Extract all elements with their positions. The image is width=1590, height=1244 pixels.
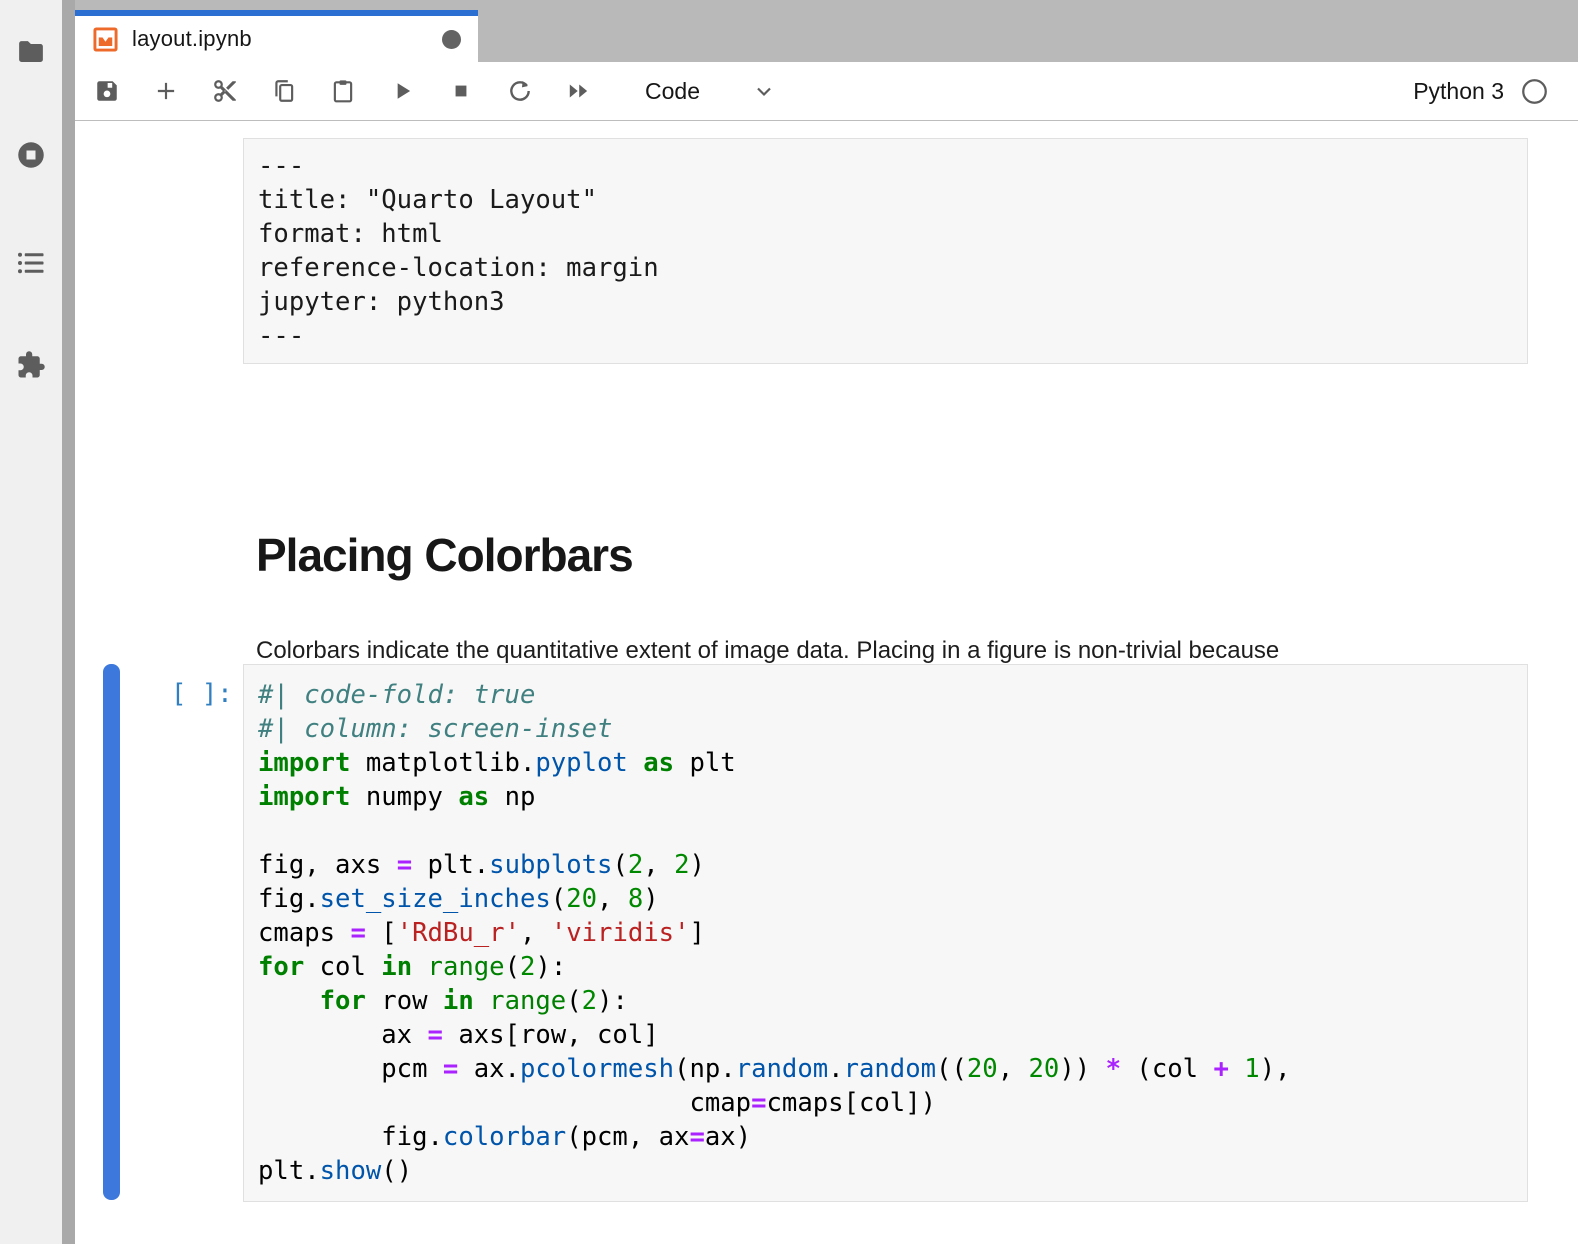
cell-type-dropdown[interactable]: Code [645, 78, 776, 105]
code-line: ax = axs[row, col] [258, 1018, 1513, 1052]
tab-title: layout.ipynb [132, 26, 252, 52]
notebook-toolbar: Code Python 3 [75, 62, 1578, 121]
sidebar-resize-handle[interactable] [62, 0, 75, 1244]
code-line: cmap=cmaps[col]) [258, 1086, 1513, 1120]
save-icon [94, 78, 120, 104]
code-line [258, 814, 1513, 848]
code-line: fig.colorbar(pcm, ax=ax) [258, 1120, 1513, 1154]
code-line: for col in range(2): [258, 950, 1513, 984]
scissors-icon [212, 78, 238, 104]
stop-icon [448, 78, 474, 104]
cut-cells-button[interactable] [212, 78, 238, 104]
paragraph-text: Colorbars indicate the quantitative exte… [256, 637, 1279, 664]
unsaved-changes-dot[interactable] [442, 30, 461, 49]
extension-manager-button[interactable] [15, 349, 47, 381]
raw-cell-line: --- [258, 319, 1513, 353]
code-line: fig, axs = plt.subplots(2, 2) [258, 848, 1513, 882]
kernel-name[interactable]: Python 3 [1413, 78, 1504, 105]
kernel-status-icon[interactable] [1521, 78, 1548, 105]
raw-cell-line: format: html [258, 217, 1513, 251]
interrupt-kernel-button[interactable] [448, 78, 474, 104]
refresh-icon [507, 78, 533, 104]
jupyterlab-window: layout.ipynb [0, 0, 1590, 1244]
code-line: import matplotlib.pyplot as plt [258, 746, 1513, 780]
code-cell-editor[interactable]: #| code-fold: true#| column: screen-inse… [243, 664, 1528, 1202]
copy-cells-button[interactable] [271, 78, 297, 104]
markdown-heading: Placing Colorbars [256, 528, 633, 582]
tab-layout-ipynb[interactable]: layout.ipynb [75, 10, 478, 62]
notebook-panel: ---title: "Quarto Layout"format: htmlref… [75, 121, 1578, 1244]
restart-kernel-button[interactable] [507, 78, 533, 104]
code-line: #| code-fold: true [258, 678, 1513, 712]
code-line: plt.show() [258, 1154, 1513, 1188]
save-button[interactable] [94, 78, 120, 104]
fast-forward-icon [566, 78, 592, 104]
raw-cell-line: reference-location: margin [258, 251, 1513, 285]
code-line: import numpy as np [258, 780, 1513, 814]
table-of-contents-button[interactable] [15, 247, 47, 279]
raw-cell-editor[interactable]: ---title: "Quarto Layout"format: htmlref… [243, 138, 1528, 364]
paste-icon [330, 78, 356, 104]
active-cell-collapser[interactable] [103, 664, 120, 1200]
code-line: pcm = ax.pcolormesh(np.random.random((20… [258, 1052, 1513, 1086]
raw-cell-line: --- [258, 149, 1513, 183]
paste-cells-button[interactable] [330, 78, 356, 104]
cell-type-value: Code [645, 78, 700, 105]
play-icon [389, 78, 415, 104]
code-line: for row in range(2): [258, 984, 1513, 1018]
file-browser-button[interactable] [15, 36, 47, 68]
puzzle-icon [16, 350, 46, 380]
restart-run-all-button[interactable] [566, 78, 592, 104]
code-line: fig.set_size_inches(20, 8) [258, 882, 1513, 916]
raw-cell-line: jupyter: python3 [258, 285, 1513, 319]
insert-cell-button[interactable] [153, 78, 179, 104]
code-line: #| column: screen-inset [258, 712, 1513, 746]
stop-circle-icon [16, 140, 46, 170]
dock-tab-bar: layout.ipynb [75, 0, 1578, 62]
raw-cell-line: title: "Quarto Layout" [258, 183, 1513, 217]
running-sessions-button[interactable] [15, 139, 47, 171]
activity-sidebar [0, 0, 62, 1244]
chevron-down-icon [752, 79, 776, 103]
folder-icon [16, 37, 46, 67]
notebook-icon [92, 26, 119, 53]
plus-icon [153, 78, 179, 104]
run-cell-button[interactable] [389, 78, 415, 104]
code-line: cmaps = ['RdBu_r', 'viridis'] [258, 916, 1513, 950]
list-icon [16, 248, 46, 278]
copy-icon [271, 78, 297, 104]
